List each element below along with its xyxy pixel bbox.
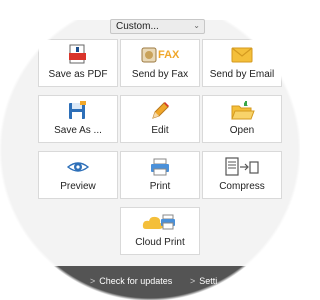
footer-bar: > Check for updates > Setti bbox=[0, 266, 300, 300]
footer-item-label: Check for updates bbox=[99, 276, 173, 286]
dropdown-value: Custom... bbox=[116, 21, 159, 32]
save-as-button[interactable]: Save As ... bbox=[38, 95, 118, 143]
tile-label: Send by Fax bbox=[131, 69, 189, 80]
chevron-right-icon: > bbox=[90, 276, 96, 286]
compress-button[interactable]: Compress bbox=[202, 151, 282, 199]
chevron-down-icon: ⌄ bbox=[193, 21, 200, 30]
pdf-icon bbox=[58, 43, 98, 67]
check-for-updates-link[interactable]: > Check for updates bbox=[90, 276, 172, 286]
cloud-print-icon bbox=[140, 211, 180, 235]
tile-label: Cloud Print bbox=[135, 237, 185, 248]
compress-icon bbox=[222, 155, 262, 179]
print-button[interactable]: Print bbox=[120, 151, 200, 199]
settings-link[interactable]: > Setti bbox=[190, 276, 217, 286]
tile-label: Save As ... bbox=[54, 125, 102, 136]
email-icon bbox=[222, 43, 262, 67]
fax-icon-text: FAX bbox=[158, 49, 180, 61]
pencil-icon bbox=[140, 99, 180, 123]
open-folder-icon bbox=[222, 99, 262, 123]
eye-icon bbox=[58, 155, 98, 179]
send-by-fax-button[interactable]: FAX Send by Fax bbox=[120, 39, 200, 87]
cloud-print-button[interactable]: Cloud Print bbox=[120, 207, 200, 255]
send-by-email-button[interactable]: Send by Email bbox=[202, 39, 282, 87]
tile-label: Print bbox=[149, 181, 171, 192]
save-as-icon bbox=[58, 99, 98, 123]
open-button[interactable]: Open bbox=[202, 95, 282, 143]
tile-label: Compress bbox=[219, 181, 265, 192]
fax-icon: FAX bbox=[140, 43, 180, 67]
tile-label: Edit bbox=[151, 125, 169, 136]
tile-label: Send by Email bbox=[209, 69, 275, 80]
printer-icon bbox=[140, 155, 180, 179]
print-preset-dropdown[interactable]: Custom... ⌄ bbox=[110, 19, 205, 34]
top-band bbox=[0, 0, 300, 20]
tile-label: Open bbox=[229, 125, 255, 136]
edit-button[interactable]: Edit bbox=[120, 95, 200, 143]
app-window: Custom... ⌄ Save as PDF FAX Send by Fax bbox=[0, 0, 300, 300]
footer-item-label: Setti bbox=[199, 276, 218, 286]
tile-label: Preview bbox=[60, 181, 96, 192]
preview-button[interactable]: Preview bbox=[38, 151, 118, 199]
chevron-right-icon: > bbox=[190, 276, 196, 286]
tile-label: Save as PDF bbox=[48, 69, 108, 80]
save-as-pdf-button[interactable]: Save as PDF bbox=[38, 39, 118, 87]
